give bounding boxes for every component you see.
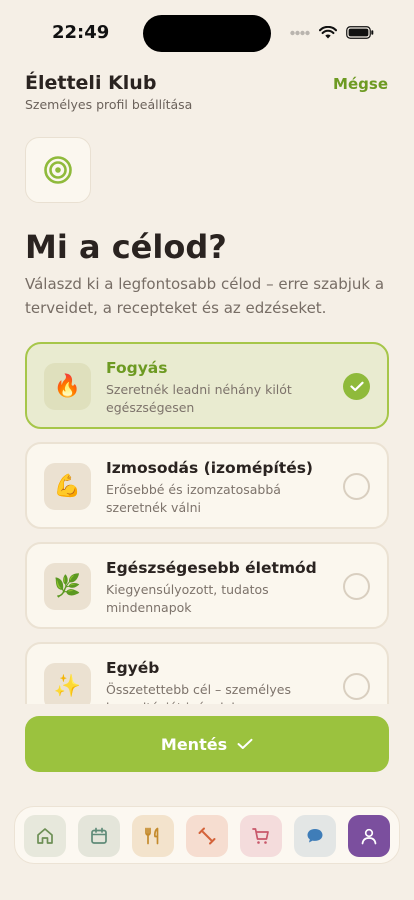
- status-icons: [290, 26, 374, 39]
- calendar-icon: [91, 827, 107, 844]
- signal-icon: [290, 30, 310, 35]
- goal-option-description: Erősebbé és izomzatosabbá szeretnék váln…: [106, 482, 281, 515]
- app-title: Életteli Klub: [25, 72, 157, 94]
- nav-messages[interactable]: [294, 815, 336, 857]
- cart-icon: [252, 828, 269, 844]
- goal-option-description: Kiegyensúlyozott, tudatos mindennapok: [106, 582, 269, 615]
- goal-option-radio[interactable]: [343, 473, 370, 500]
- checkmark-icon: [237, 738, 253, 749]
- chat-icon: [307, 829, 323, 843]
- goal-option-title: Izmosodás (izomépítés): [106, 459, 314, 477]
- page-heading: Mi a célod?: [25, 228, 227, 266]
- app-subtitle: Személyes profil beállítása: [25, 97, 193, 112]
- goal-option-other[interactable]: ✨ Egyéb Összetettebb cél – személyes kon…: [25, 642, 389, 704]
- goal-options-list[interactable]: 🔥 Fogyás Szeretnék leadni néhány kilót e…: [0, 340, 414, 704]
- goal-option-muscle-building[interactable]: 💪 Izmosodás (izomépítés) Erősebbé és izo…: [25, 442, 389, 529]
- nav-workouts[interactable]: [186, 815, 228, 857]
- fork-knife-icon: [145, 827, 159, 845]
- bottom-navigation: [14, 806, 400, 864]
- nav-calendar[interactable]: [78, 815, 120, 857]
- status-time: 22:49: [52, 22, 110, 43]
- dumbbell-icon: [198, 827, 216, 845]
- herb-icon: 🌿: [44, 563, 91, 610]
- status-bar: 22:49: [0, 0, 414, 60]
- save-button-label: Mentés: [160, 734, 228, 754]
- save-button[interactable]: Mentés: [25, 716, 389, 772]
- goal-option-title: Fogyás: [106, 359, 168, 377]
- goal-option-description: Szeretnék leadni néhány kilót egészséges…: [106, 382, 292, 415]
- goal-option-radio[interactable]: [343, 673, 370, 700]
- home-icon: [37, 828, 53, 844]
- wifi-icon: [319, 26, 337, 39]
- sparkles-icon: ✨: [44, 663, 91, 704]
- dynamic-island: [143, 15, 271, 52]
- checkmark-icon: [349, 381, 364, 392]
- cancel-button[interactable]: Mégse: [333, 75, 388, 93]
- profile-icon: [361, 828, 377, 845]
- goal-option-weight-loss[interactable]: 🔥 Fogyás Szeretnék leadni néhány kilót e…: [25, 342, 389, 429]
- target-icon: [44, 156, 72, 184]
- goal-option-description: Összetettebb cél – személyes konzultáció…: [106, 682, 291, 704]
- goal-icon-tile: [25, 137, 91, 203]
- goal-option-title: Egészségesebb életmód: [106, 559, 317, 577]
- battery-icon: [346, 26, 374, 39]
- fire-icon: 🔥: [44, 363, 91, 410]
- nav-profile-active[interactable]: [348, 815, 390, 857]
- goal-option-radio[interactable]: [343, 573, 370, 600]
- goal-option-radio-checked[interactable]: [343, 373, 370, 400]
- nav-recipes[interactable]: [132, 815, 174, 857]
- goal-option-title: Egyéb: [106, 659, 160, 677]
- page-description: Válaszd ki a legfontosabb célod – erre s…: [25, 275, 385, 317]
- goal-option-healthy-lifestyle[interactable]: 🌿 Egészségesebb életmód Kiegyensúlyozott…: [25, 542, 389, 629]
- nav-home[interactable]: [24, 815, 66, 857]
- nav-shopping[interactable]: [240, 815, 282, 857]
- flexed-biceps-icon: 💪: [44, 463, 91, 510]
